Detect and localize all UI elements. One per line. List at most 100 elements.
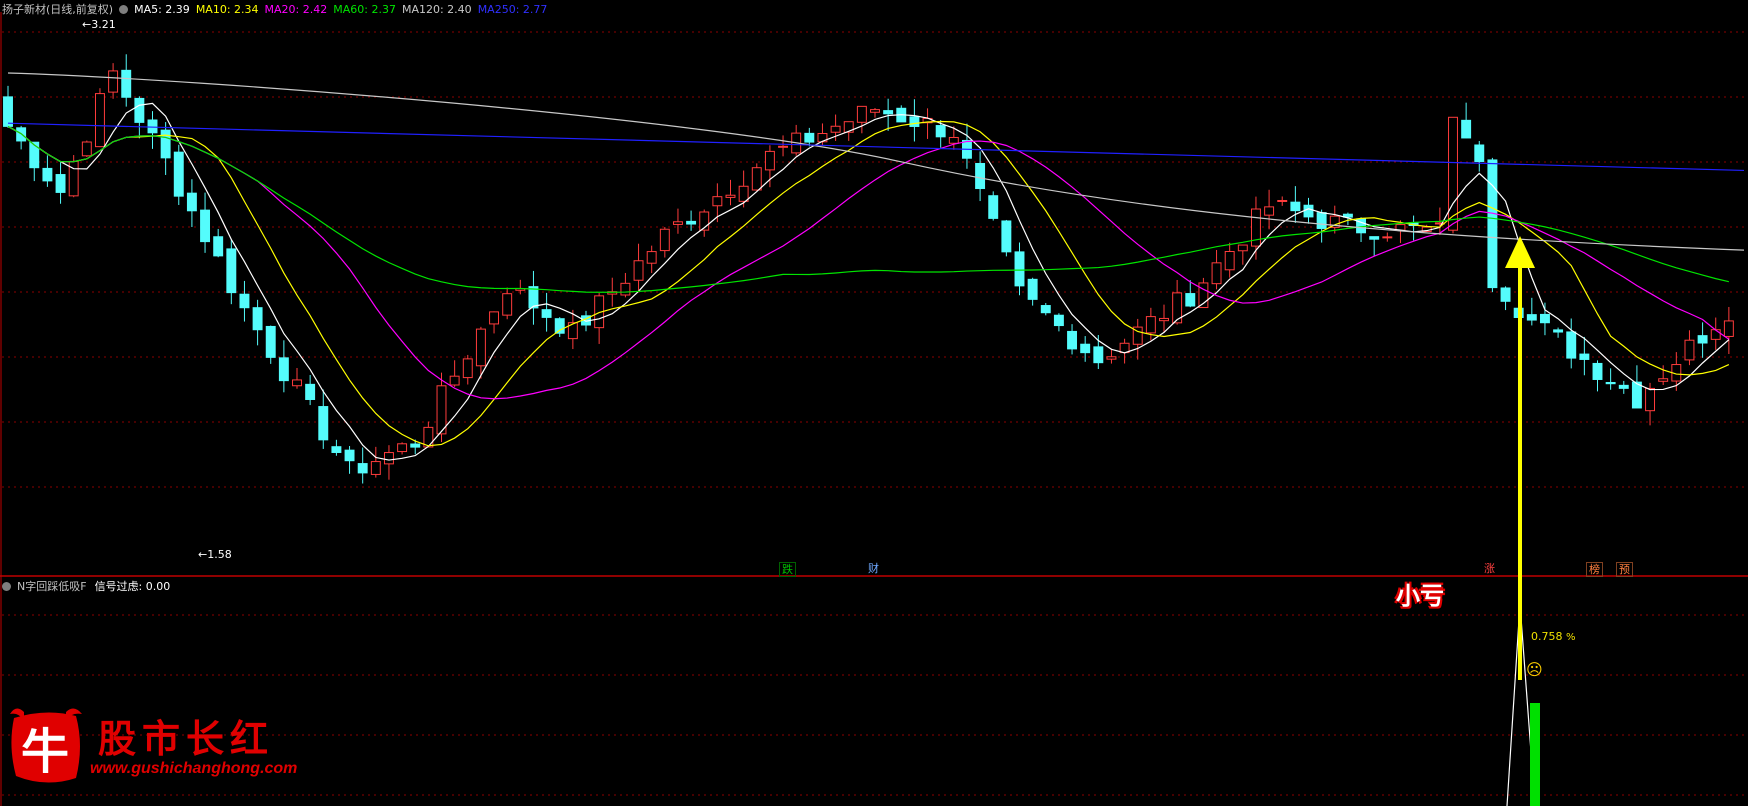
- up-candle: [462, 358, 473, 379]
- up-candle: [1264, 206, 1275, 216]
- down-candle: [1303, 204, 1314, 218]
- up-candle: [1106, 356, 1117, 360]
- event-tag-finance[interactable]: 财: [866, 562, 881, 575]
- up-candle: [81, 141, 92, 157]
- up-candle: [830, 125, 841, 133]
- down-candle: [541, 309, 552, 318]
- watermark-url[interactable]: www.gushichanghong.com: [90, 760, 297, 778]
- ma5-line: [7, 102, 1730, 461]
- low-price-mark: ←1.58: [198, 548, 232, 561]
- down-candle: [344, 449, 355, 462]
- up-candle: [1710, 329, 1721, 340]
- signal-filter-value: 信号过虑: 0.00: [94, 580, 171, 593]
- up-candle: [502, 293, 513, 316]
- event-tag-rank[interactable]: 榜: [1586, 562, 1603, 577]
- down-candle: [1500, 287, 1511, 302]
- down-candle: [1185, 293, 1196, 307]
- down-candle: [55, 174, 66, 193]
- down-candle: [134, 97, 145, 123]
- ma10-line: [7, 120, 1730, 447]
- down-candle: [554, 318, 565, 334]
- up-candle: [1684, 339, 1695, 361]
- down-candle: [1605, 381, 1616, 385]
- down-candle: [252, 307, 263, 331]
- up-candle: [620, 282, 631, 296]
- up-candle: [108, 70, 119, 93]
- up-candle: [948, 136, 959, 144]
- event-tag-forecast[interactable]: 预: [1616, 562, 1633, 577]
- down-candle: [147, 119, 158, 134]
- up-candle: [870, 109, 880, 113]
- down-candle: [1631, 381, 1642, 409]
- up-candle: [712, 196, 723, 207]
- down-candle: [1080, 343, 1091, 354]
- up-candle: [659, 228, 670, 252]
- down-candle: [686, 220, 697, 225]
- down-candle: [975, 162, 986, 190]
- up-candle: [672, 221, 683, 225]
- down-candle: [1487, 159, 1498, 289]
- up-candle: [1658, 378, 1669, 382]
- down-candle: [1014, 251, 1025, 287]
- down-candle: [1316, 212, 1327, 229]
- down-candle: [804, 132, 815, 143]
- up-candle: [436, 385, 447, 435]
- down-candle: [305, 383, 316, 400]
- up-candle: [1224, 250, 1235, 271]
- up-candle: [1211, 262, 1222, 285]
- down-candle: [1053, 314, 1064, 327]
- up-candle: [383, 452, 394, 465]
- down-candle: [1027, 278, 1038, 300]
- down-candle: [121, 69, 132, 98]
- up-candle: [764, 150, 775, 171]
- down-candle: [1461, 119, 1472, 139]
- up-candle: [489, 311, 500, 325]
- down-candle: [528, 286, 539, 309]
- indicator-subchart: [1505, 236, 1540, 806]
- up-candle: [449, 375, 460, 386]
- down-candle: [318, 406, 329, 441]
- down-candle: [909, 116, 920, 127]
- up-candle: [856, 105, 867, 123]
- up-candle: [94, 93, 105, 148]
- down-candle: [213, 236, 224, 257]
- down-candle: [883, 110, 894, 115]
- candlestick-series: [3, 54, 1734, 484]
- down-candle: [1618, 384, 1629, 389]
- up-candle: [778, 145, 789, 148]
- down-candle: [186, 192, 197, 212]
- indicator-name[interactable]: N字回踩低吸F: [17, 580, 87, 593]
- price-gridlines: [0, 12, 1748, 806]
- down-candle: [935, 125, 946, 138]
- up-candle: [475, 328, 486, 367]
- up-candle: [1448, 116, 1458, 231]
- signal-bar: [1530, 703, 1540, 806]
- up-candle: [292, 379, 302, 387]
- event-tag-drop[interactable]: 跌: [779, 562, 796, 577]
- down-candle: [1040, 305, 1051, 314]
- percent-readout: 0.758 %: [1531, 630, 1576, 643]
- down-candle: [1566, 331, 1577, 359]
- down-candle: [1474, 144, 1485, 163]
- down-candle: [173, 151, 184, 197]
- percent-value: 0.758: [1531, 630, 1563, 643]
- watermark-title: 股市长红: [98, 716, 275, 761]
- down-candle: [357, 463, 368, 474]
- down-candle: [331, 446, 342, 453]
- up-candle: [397, 443, 408, 453]
- down-candle: [1093, 346, 1104, 364]
- up-candle: [370, 461, 381, 475]
- down-candle: [278, 357, 289, 382]
- up-candle: [1159, 317, 1169, 322]
- down-candle: [1697, 335, 1708, 344]
- percent-unit: %: [1566, 632, 1576, 643]
- high-price-value: 3.21: [91, 18, 116, 31]
- logo-char: 牛: [21, 724, 69, 780]
- settings-dot-icon[interactable]: [2, 582, 11, 591]
- down-candle: [265, 325, 276, 358]
- candlestick-chart[interactable]: [0, 0, 1748, 806]
- subchart-header: N字回踩低吸F 信号过虑: 0.00: [2, 578, 176, 594]
- up-candle: [1382, 236, 1393, 239]
- sad-face-icon: ☹: [1526, 660, 1543, 679]
- event-tag-rise[interactable]: 涨: [1482, 562, 1497, 575]
